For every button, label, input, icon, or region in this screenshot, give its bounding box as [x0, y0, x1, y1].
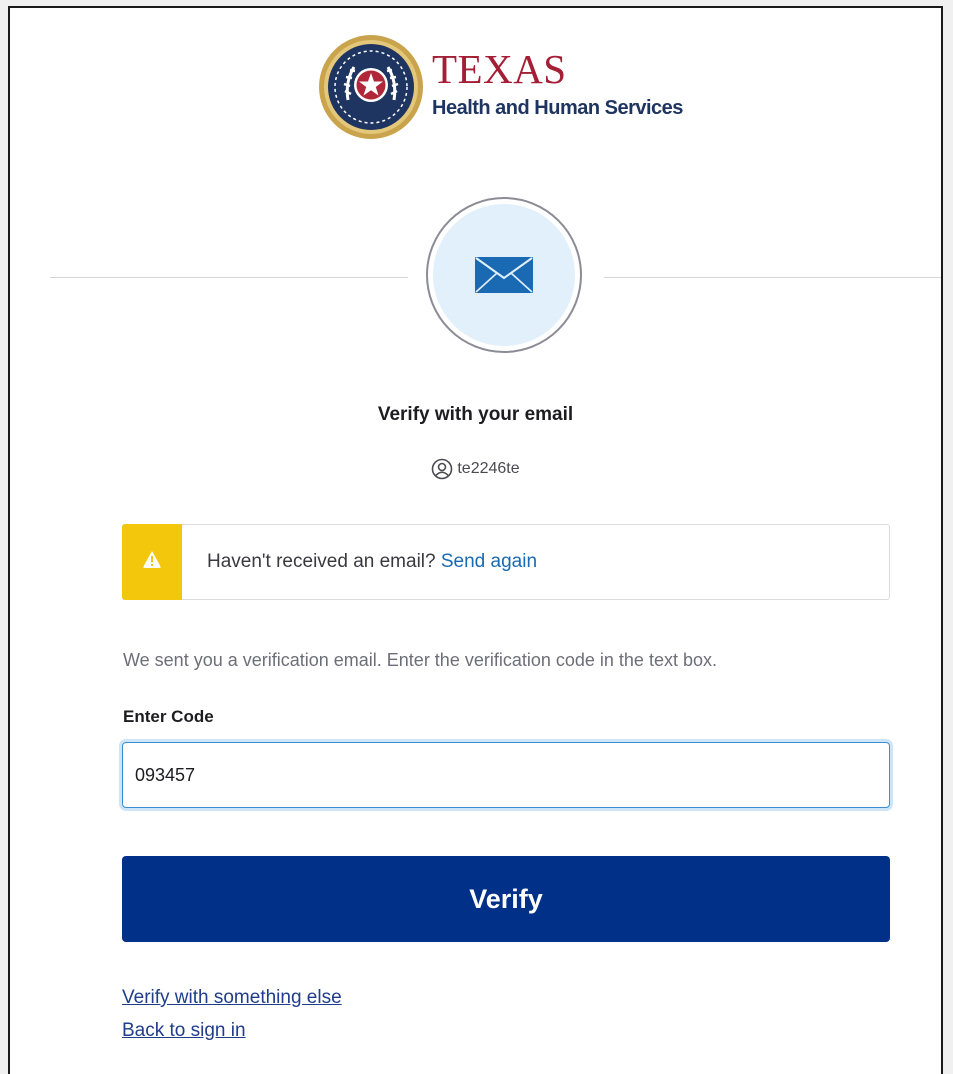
logo-title: TEXAS [432, 46, 567, 92]
enter-code-label: Enter Code [123, 707, 214, 726]
username-text: te2246te [457, 460, 520, 477]
verify-button[interactable]: Verify [122, 856, 890, 942]
back-to-sign-in-link[interactable]: Back to sign in [122, 1020, 246, 1042]
callout-message: Haven't received an email? Send again [207, 551, 537, 573]
page-title: Verify with your email [377, 404, 574, 425]
factor-badge-inner [433, 204, 575, 346]
texas-hhs-logo: TEXAS Health and Human Services [318, 34, 718, 142]
sign-in-card: TEXAS Health and Human Services Verify w… [8, 6, 943, 1074]
user-circle-icon [432, 458, 453, 480]
logo-subtitle: Health and Human Services [432, 97, 683, 119]
user-identifier: te2246te [10, 458, 941, 480]
verify-with-something-else-link[interactable]: Verify with something else [122, 987, 342, 1009]
warning-icon [143, 551, 161, 568]
callout-text: Haven't received an email? [207, 551, 436, 572]
send-again-link[interactable]: Send again [441, 551, 537, 572]
instructions-text: We sent you a verification email. Enter … [123, 650, 717, 670]
verification-code-input[interactable] [122, 742, 890, 808]
divider-right [604, 277, 941, 278]
divider-left [50, 277, 408, 278]
callout-accent-bar [122, 524, 182, 600]
envelope-icon [475, 257, 533, 293]
texas-seal-icon [319, 35, 423, 139]
email-factor-badge [426, 197, 582, 353]
resend-callout: Haven't received an email? Send again [122, 524, 890, 600]
